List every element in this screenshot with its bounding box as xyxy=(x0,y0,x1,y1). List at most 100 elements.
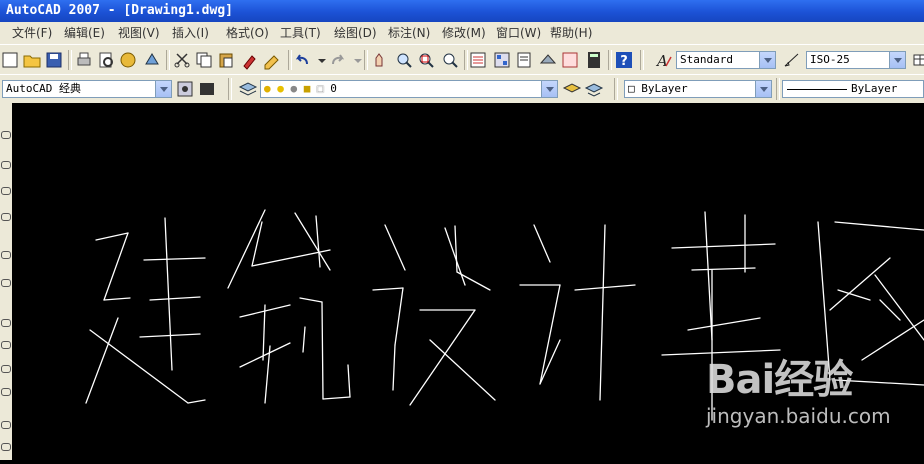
workspace-settings-icon[interactable] xyxy=(175,79,195,99)
stroke-line[interactable] xyxy=(704,211,713,341)
save-icon[interactable] xyxy=(44,50,64,70)
menu-draw[interactable]: 绘图(D) xyxy=(334,22,377,44)
stroke-line[interactable] xyxy=(879,299,901,321)
dimension-style-icon[interactable] xyxy=(782,50,802,70)
pan-icon[interactable] xyxy=(370,50,390,70)
color-control-select[interactable]: □ ByLayer xyxy=(624,80,772,98)
table-icon[interactable] xyxy=(1,388,11,396)
viewport-freeze-icon[interactable]: ● xyxy=(291,82,298,95)
stroke-line[interactable] xyxy=(394,287,404,346)
markup-set-manager-icon[interactable] xyxy=(560,50,580,70)
linetype-control-select[interactable]: ByLayer xyxy=(782,80,924,98)
quickcalc-icon[interactable] xyxy=(584,50,604,70)
stroke-line[interactable] xyxy=(321,301,324,400)
chevron-down-icon[interactable] xyxy=(155,81,171,97)
chevron-down-icon[interactable] xyxy=(541,81,557,97)
stroke-line[interactable] xyxy=(294,212,331,271)
zoom-window-icon[interactable] xyxy=(416,50,436,70)
properties-icon[interactable] xyxy=(468,50,488,70)
menu-view[interactable]: 视图(V) xyxy=(118,22,160,44)
stroke-line[interactable] xyxy=(456,271,491,291)
ellipse-icon[interactable] xyxy=(1,251,11,259)
my-workspace-icon[interactable] xyxy=(197,79,217,99)
stroke-line[interactable] xyxy=(103,297,131,301)
stroke-line[interactable] xyxy=(409,309,476,406)
stroke-line[interactable] xyxy=(454,225,458,273)
lock-icon[interactable]: ■ xyxy=(304,82,311,95)
help-icon[interactable]: ? xyxy=(614,50,634,70)
sheet-set-manager-icon[interactable] xyxy=(538,50,558,70)
line-icon[interactable] xyxy=(1,131,11,139)
menu-file[interactable]: 文件(F) xyxy=(12,22,52,44)
stroke-line[interactable] xyxy=(671,243,776,249)
workspace-select[interactable]: AutoCAD 经典 xyxy=(2,80,172,98)
stroke-line[interactable] xyxy=(95,232,129,241)
plot-preview-icon[interactable] xyxy=(96,50,116,70)
redo-dropdown-icon[interactable] xyxy=(348,50,362,70)
menu-help[interactable]: 帮助(H) xyxy=(550,22,592,44)
stroke-line[interactable] xyxy=(227,209,266,289)
stroke-line[interactable] xyxy=(574,284,636,291)
stroke-line[interactable] xyxy=(187,399,206,404)
stroke-line[interactable] xyxy=(322,396,351,400)
stroke-line[interactable] xyxy=(302,326,306,353)
circle-icon[interactable] xyxy=(1,161,11,169)
stroke-line[interactable] xyxy=(262,304,266,361)
table-style-icon[interactable] xyxy=(910,50,924,70)
text-style-select[interactable]: Standard xyxy=(676,51,776,69)
stroke-line[interactable] xyxy=(539,339,561,385)
chevron-down-icon[interactable] xyxy=(755,81,771,97)
undo-icon[interactable] xyxy=(292,50,312,70)
stroke-line[interactable] xyxy=(347,364,351,398)
stroke-line[interactable] xyxy=(687,317,761,331)
stroke-line[interactable] xyxy=(384,224,406,271)
stroke-line[interactable] xyxy=(315,215,321,268)
new-icon[interactable] xyxy=(0,50,20,70)
dimension-style-select[interactable]: ISO-25 xyxy=(806,51,906,69)
sun-icon[interactable]: ● xyxy=(277,82,284,95)
point-icon[interactable] xyxy=(1,319,11,327)
stroke-line[interactable] xyxy=(539,284,561,385)
stroke-line[interactable] xyxy=(372,287,404,291)
menu-window[interactable]: 窗口(W) xyxy=(496,22,541,44)
polygon-icon[interactable] xyxy=(1,279,11,287)
stroke-line[interactable] xyxy=(164,217,173,371)
zoom-realtime-icon[interactable] xyxy=(394,50,414,70)
chevron-down-icon[interactable] xyxy=(889,52,905,68)
print-icon[interactable] xyxy=(74,50,94,70)
stroke-line[interactable] xyxy=(599,224,606,401)
stroke-line[interactable] xyxy=(834,221,924,231)
publish-icon[interactable] xyxy=(118,50,138,70)
menu-dimension[interactable]: 标注(N) xyxy=(388,22,430,44)
text-style-icon[interactable]: A xyxy=(654,50,674,70)
redo-icon[interactable] xyxy=(328,50,348,70)
layer-select[interactable]: ● ● ● ■ □ 0 xyxy=(260,80,558,98)
menu-insert[interactable]: 插入(I) xyxy=(172,22,209,44)
3d-dwf-icon[interactable] xyxy=(142,50,162,70)
tool-palettes-icon[interactable] xyxy=(514,50,534,70)
stroke-line[interactable] xyxy=(251,221,263,267)
layer-manager-icon[interactable] xyxy=(238,79,258,99)
rectangle-icon[interactable] xyxy=(1,213,11,221)
menu-modify[interactable]: 修改(M) xyxy=(442,22,486,44)
mtext-icon[interactable] xyxy=(1,443,11,451)
menu-format[interactable]: 格式(O) xyxy=(226,22,269,44)
make-object-layer-current-icon[interactable] xyxy=(562,79,582,99)
copy-icon[interactable] xyxy=(194,50,214,70)
layer-previous-icon[interactable] xyxy=(584,79,604,99)
stroke-line[interactable] xyxy=(429,339,496,401)
match-properties-icon[interactable] xyxy=(240,50,260,70)
design-center-icon[interactable] xyxy=(492,50,512,70)
stroke-line[interactable] xyxy=(874,274,924,341)
stroke-line[interactable] xyxy=(533,224,551,263)
hatch-icon[interactable] xyxy=(1,341,11,349)
stroke-line[interactable] xyxy=(392,344,396,391)
arc-icon[interactable] xyxy=(1,187,11,195)
stroke-line[interactable] xyxy=(861,319,924,361)
paste-icon[interactable] xyxy=(216,50,236,70)
menu-edit[interactable]: 编辑(E) xyxy=(64,22,105,44)
cut-icon[interactable] xyxy=(172,50,192,70)
region-icon[interactable] xyxy=(1,365,11,373)
stroke-line[interactable] xyxy=(103,232,129,301)
text-icon[interactable] xyxy=(1,421,11,429)
